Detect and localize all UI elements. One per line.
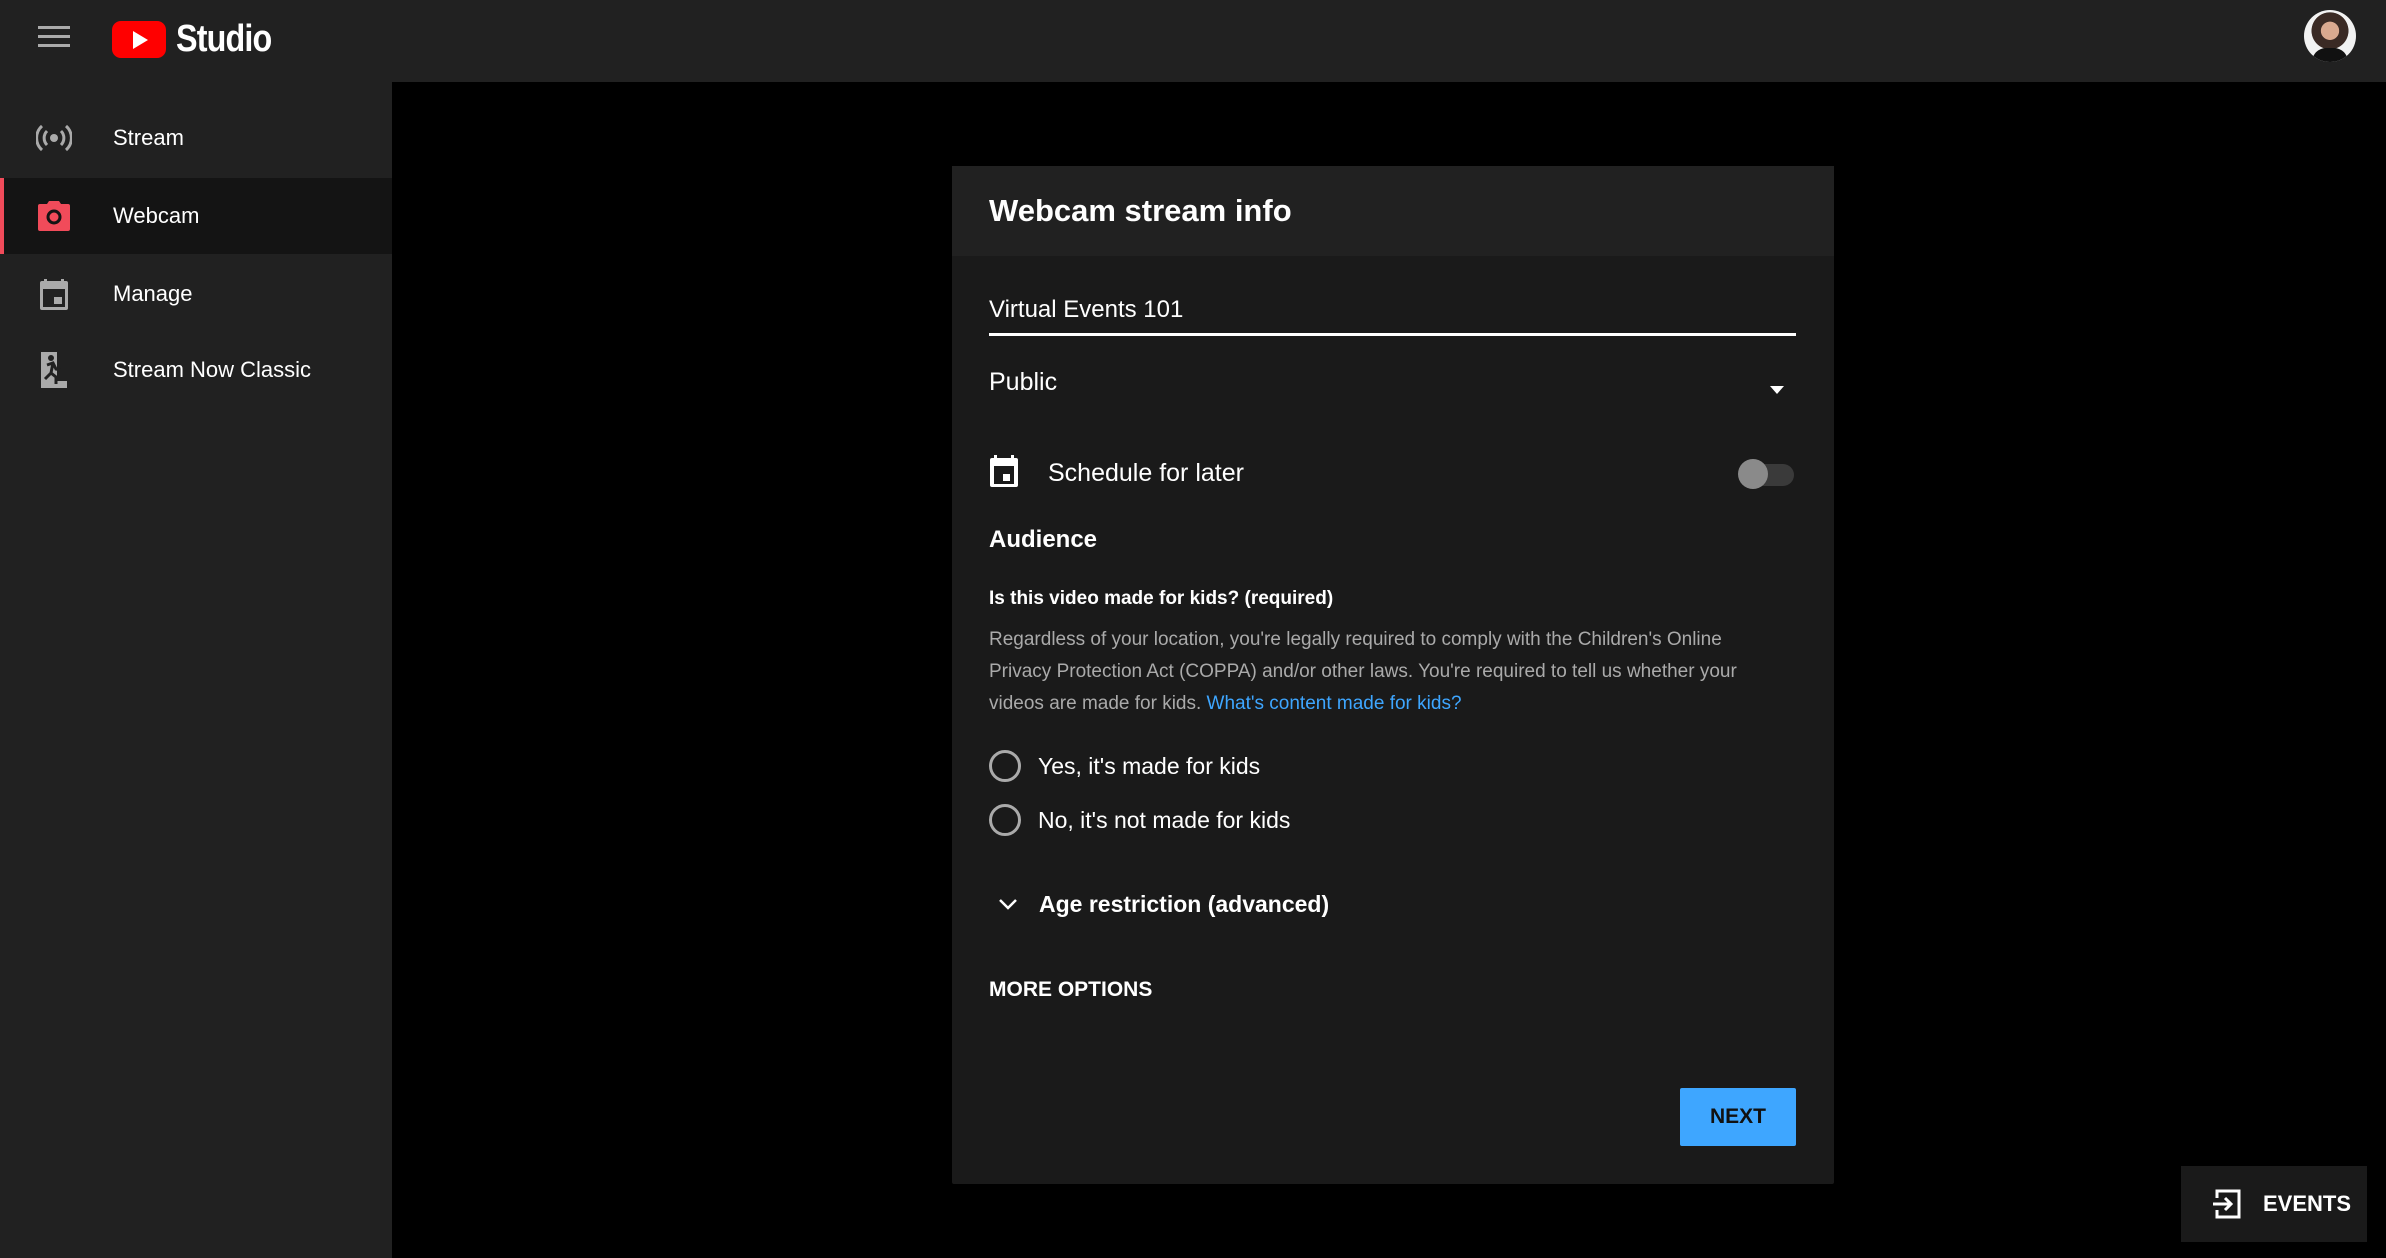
schedule-toggle[interactable] <box>1738 459 1796 489</box>
youtube-play-icon <box>112 21 166 58</box>
sidebar-item-stream-now-classic[interactable]: Stream Now Classic <box>0 332 392 408</box>
sidebar-item-stream[interactable]: Stream <box>0 100 392 176</box>
more-options-button[interactable]: MORE OPTIONS <box>989 978 1152 1002</box>
age-restriction-label: Age restriction (advanced) <box>1039 890 1330 917</box>
avatar[interactable] <box>2304 10 2356 62</box>
enter-arrow-icon <box>2211 1188 2243 1220</box>
sidebar-item-label: Stream Now Classic <box>113 357 312 382</box>
next-button[interactable]: NEXT <box>1680 1088 1796 1146</box>
events-label: EVENTS <box>2263 1191 2352 1216</box>
calendar-icon <box>36 276 72 312</box>
sidebar-item-webcam[interactable]: Webcam <box>0 178 392 254</box>
hamburger-menu-icon[interactable] <box>38 26 70 50</box>
live-broadcast-icon <box>36 120 72 156</box>
radio-label: No, it's not made for kids <box>1038 806 1291 833</box>
radio-made-for-kids[interactable]: Yes, it's made for kids <box>989 746 1796 786</box>
sidebar: Stream Webcam Manage Stream Now Classic <box>0 82 392 1258</box>
radio-label: Yes, it's made for kids <box>1038 752 1261 779</box>
top-bar: Studio <box>0 0 2386 82</box>
sidebar-item-label: Stream <box>113 125 184 150</box>
stream-title-input[interactable]: Virtual Events 101 <box>989 292 1796 336</box>
kids-question: Is this video made for kids? (required) <box>989 588 1334 609</box>
privacy-selected-value: Public <box>989 368 1058 396</box>
calendar-icon <box>989 454 1019 493</box>
dialog-title: Webcam stream info <box>989 193 1292 228</box>
webcam-stream-info-dialog: Webcam stream info Virtual Events 101 Pu… <box>952 166 1834 1184</box>
kids-description: Regardless of your location, you're lega… <box>989 624 1789 720</box>
content-made-for-kids-link[interactable]: What's content made for kids? <box>1207 693 1462 714</box>
dropdown-caret-icon <box>1770 386 1784 394</box>
radio-not-made-for-kids[interactable]: No, it's not made for kids <box>989 800 1796 840</box>
sidebar-item-manage[interactable]: Manage <box>0 256 392 332</box>
sidebar-item-label: Manage <box>113 281 193 306</box>
audience-heading: Audience <box>989 526 1098 553</box>
camera-icon <box>36 198 72 234</box>
schedule-label: Schedule for later <box>1048 458 1244 487</box>
toggle-thumb <box>1738 459 1768 489</box>
radio-button[interactable] <box>989 804 1021 836</box>
logo-text: Studio <box>176 18 272 60</box>
age-restriction-toggle[interactable]: Age restriction (advanced) <box>989 884 1796 924</box>
schedule-row: Schedule for later <box>989 448 1796 498</box>
chevron-down-icon <box>989 889 1027 919</box>
events-button[interactable]: EVENTS <box>2181 1166 2367 1242</box>
sidebar-item-label: Webcam <box>113 203 200 228</box>
dialog-header: Webcam stream info <box>952 166 1834 256</box>
privacy-dropdown[interactable]: Public <box>989 368 1796 414</box>
studio-logo[interactable]: Studio <box>112 18 288 61</box>
exit-run-icon <box>36 352 72 388</box>
radio-button[interactable] <box>989 750 1021 782</box>
